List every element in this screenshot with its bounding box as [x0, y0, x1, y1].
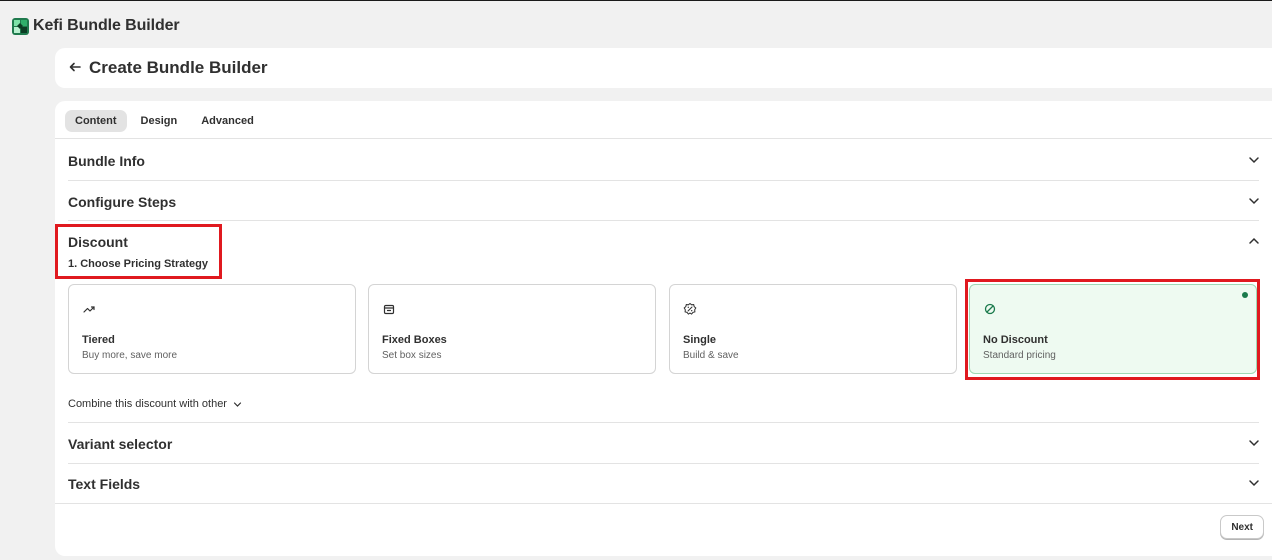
- section-divider: [68, 220, 1259, 221]
- tab-design[interactable]: Design: [131, 110, 188, 132]
- strategy-card-no-discount[interactable]: No Discount Standard pricing: [969, 284, 1257, 374]
- box-icon: [383, 304, 395, 315]
- section-divider: [68, 180, 1259, 181]
- tabs-divider: [55, 138, 1272, 139]
- combine-discount-label: Combine this discount with other: [68, 398, 227, 410]
- discount-badge-icon: [683, 302, 697, 315]
- tab-bar: Content Design Advanced: [65, 110, 264, 132]
- back-button[interactable]: [67, 57, 83, 77]
- section-variant-selector[interactable]: Variant selector: [68, 436, 172, 452]
- combine-discount-toggle[interactable]: Combine this discount with other: [68, 398, 242, 410]
- chevron-down-icon[interactable]: [1248, 154, 1260, 166]
- tab-advanced[interactable]: Advanced: [191, 110, 264, 132]
- card-description: Standard pricing: [983, 350, 1056, 361]
- card-title: Tiered: [82, 334, 115, 346]
- chevron-down-icon: [233, 401, 242, 407]
- card-description: Buy more, save more: [82, 350, 178, 361]
- app-bar: Kefi Bundle Builder: [12, 16, 180, 36]
- builder-panel: Content Design Advanced Bundle Info Conf…: [55, 101, 1272, 556]
- no-entry-icon: [984, 303, 996, 315]
- page-header: Create Bundle Builder: [55, 48, 1272, 88]
- card-title: Fixed Boxes: [382, 334, 447, 346]
- page-title: Create Bundle Builder: [89, 58, 268, 77]
- card-description: Set box sizes: [382, 350, 442, 361]
- section-bundle-info[interactable]: Bundle Info: [68, 153, 145, 169]
- tab-content[interactable]: Content: [65, 110, 127, 132]
- section-text-fields[interactable]: Text Fields: [68, 476, 140, 492]
- arrow-left-icon: [69, 62, 81, 72]
- strategy-card-single[interactable]: Single Build & save: [669, 284, 957, 374]
- kefi-logo-icon: [12, 17, 29, 35]
- strategy-card-tiered[interactable]: Tiered Buy more, save more: [68, 284, 356, 374]
- section-divider: [68, 463, 1259, 464]
- section-discount[interactable]: Discount: [68, 234, 128, 250]
- chevron-down-icon[interactable]: [1248, 195, 1260, 207]
- section-divider: [68, 422, 1259, 423]
- chevron-down-icon[interactable]: [1248, 437, 1260, 449]
- pricing-strategy-heading: 1. Choose Pricing Strategy: [68, 258, 208, 270]
- selected-indicator: [1242, 292, 1248, 298]
- card-title: Single: [683, 334, 717, 346]
- annotation-highlight-box: [55, 224, 222, 279]
- chevron-up-icon[interactable]: [1248, 235, 1260, 247]
- section-configure-steps[interactable]: Configure Steps: [68, 194, 176, 210]
- card-description: Build & save: [683, 350, 739, 361]
- card-title: No Discount: [983, 334, 1048, 346]
- strategy-card-fixed-boxes[interactable]: Fixed Boxes Set box sizes: [368, 284, 656, 374]
- window-top-border: [0, 0, 1272, 1]
- chevron-down-icon[interactable]: [1248, 477, 1260, 489]
- app-title: Kefi Bundle Builder: [33, 17, 180, 34]
- footer-divider: [55, 503, 1272, 504]
- next-button[interactable]: Next: [1220, 515, 1264, 539]
- trend-up-icon: [83, 306, 95, 313]
